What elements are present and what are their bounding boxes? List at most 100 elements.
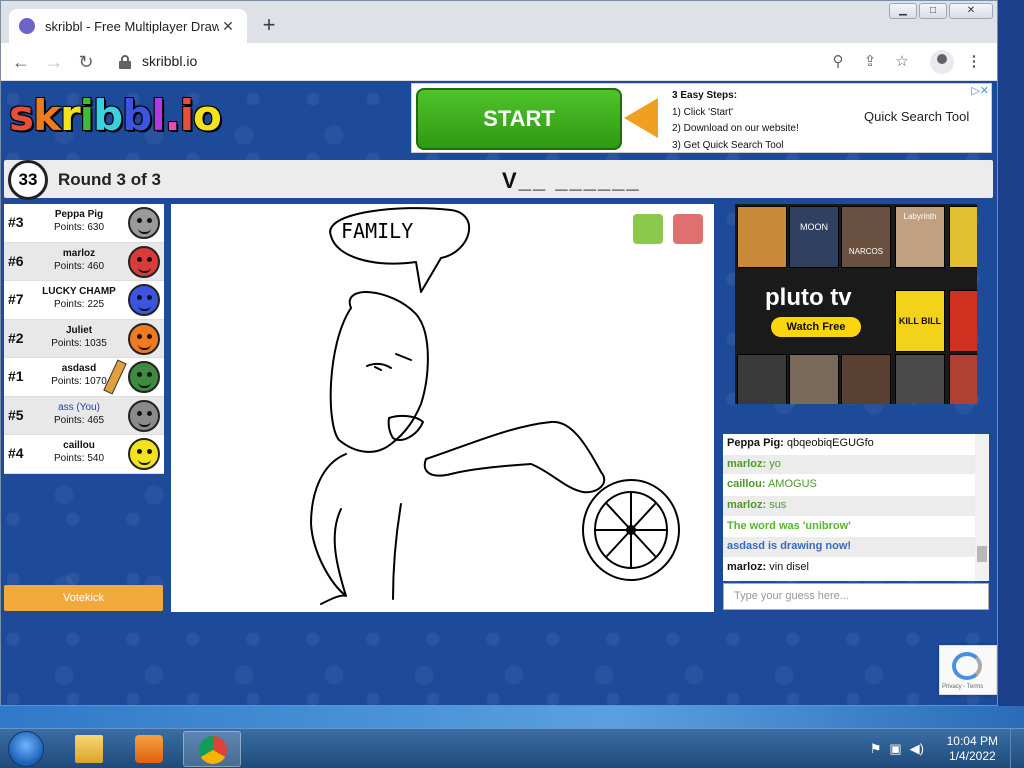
player-rank: #2: [8, 329, 24, 346]
ad-poster: [737, 354, 787, 404]
votekick-button[interactable]: Votekick: [4, 585, 163, 611]
player-rank: #5: [8, 406, 24, 423]
pluto-tv-logo: pluto tv: [765, 284, 852, 311]
back-icon[interactable]: ←: [10, 51, 32, 73]
side-advertisement[interactable]: MOON NARCOS Labyrinth pluto tv Watch Fre…: [735, 204, 977, 404]
player-rank: #4: [8, 445, 24, 461]
chat-message: caillou: AMOGUS: [723, 475, 989, 497]
address-bar[interactable]: skribbl.io: [142, 53, 197, 69]
share-icon[interactable]: ⇪: [859, 52, 881, 70]
action-center-icon[interactable]: ⚑: [870, 741, 882, 757]
ad-poster: [789, 354, 839, 404]
ad-close-icon[interactable]: ▷✕: [971, 84, 989, 97]
player-points: Points: 1035: [51, 337, 107, 349]
player-row[interactable]: #2 Juliet Points: 1035: [4, 319, 164, 358]
tab-title: skribbl - Free Multiplayer Drawin: [45, 18, 219, 34]
brow: [395, 353, 412, 361]
player-row[interactable]: #5 ass (You) Points: 465: [4, 396, 164, 435]
player-row[interactable]: #6 marloz Points: 460: [4, 242, 164, 281]
show-desktop-button[interactable]: [1010, 729, 1024, 768]
maximize-button[interactable]: □: [919, 3, 947, 19]
player-points: Points: 465: [53, 414, 105, 426]
player-rank: #6: [8, 252, 24, 269]
skribbl-logo: skribbl.io: [9, 91, 222, 140]
player-row[interactable]: #3 Peppa Pig Points: 630: [4, 204, 164, 243]
player-points: Points: 460: [53, 260, 105, 272]
top-advertisement[interactable]: START 3 Easy Steps: 1) Click 'Start' 2) …: [411, 83, 992, 153]
system-tray: ⚑ ▣ ◀): [870, 741, 924, 757]
taskbar-clock[interactable]: 10:04 PM 1/4/2022: [947, 734, 998, 764]
player-row[interactable]: #1 asdasd Points: 1070: [4, 358, 164, 397]
drawing-caption: FAMILY: [341, 219, 413, 243]
ad-start-button[interactable]: START: [416, 88, 622, 150]
chat-text: qbqeobiqEGUGfo: [786, 437, 874, 449]
network-icon[interactable]: ▣: [889, 741, 901, 757]
bookmark-star-icon[interactable]: ☆: [891, 52, 913, 70]
ad-poster-kill-bill: KILL BILL: [895, 290, 945, 352]
skribbl-page: skribbl.io START 3 Easy Steps: 1) Click …: [1, 81, 997, 705]
player-row[interactable]: #7 LUCKY CHAMP Points: 225: [4, 281, 164, 320]
chat-scroll-thumb[interactable]: [977, 546, 987, 562]
browser-window: skribbl - Free Multiplayer Drawin ✕ + ▁ …: [0, 0, 998, 706]
tab-bar: skribbl - Free Multiplayer Drawin ✕ + ▁ …: [1, 1, 997, 43]
ad-poster-narcos: NARCOS: [841, 206, 891, 268]
zoom-icon[interactable]: ⚲: [827, 52, 849, 70]
chat-text: The word was 'unibrow': [727, 519, 851, 532]
chat-text: yo: [769, 457, 781, 470]
chat-user: marloz:: [727, 561, 767, 574]
ad-poster: [841, 354, 891, 404]
player-name: ass (You): [58, 401, 100, 413]
drawing-svg: FAMILY: [310, 207, 680, 605]
menu-kebab-icon[interactable]: ⋮: [963, 52, 985, 70]
skribbl-favicon-icon: [19, 18, 35, 34]
chat-text: vin disel: [769, 561, 809, 574]
round-indicator: Round 3 of 3: [58, 170, 161, 189]
player-row[interactable]: #4 caillou Points: 540: [4, 435, 164, 474]
chat-scrollbar[interactable]: [975, 434, 989, 581]
thumbs-up-icon[interactable]: [633, 214, 663, 244]
tab-skribbl[interactable]: skribbl - Free Multiplayer Drawin ✕: [9, 9, 247, 43]
windows-start-icon[interactable]: [8, 731, 44, 767]
media-player-icon: [135, 735, 163, 763]
chat-log[interactable]: Peppa Pig: qbqeobiqEGUGfo marloz: yo caill…: [723, 434, 989, 581]
body-outline: [310, 453, 402, 605]
tab-close-icon[interactable]: ✕: [219, 18, 237, 35]
window-controls: ▁ □ ✕: [889, 3, 993, 19]
lock-icon: [119, 55, 131, 69]
forward-icon[interactable]: →: [43, 51, 65, 73]
close-window-button[interactable]: ✕: [949, 3, 993, 19]
chat-text: sus: [769, 499, 787, 512]
taskbar-time: 10:04 PM: [946, 734, 998, 748]
chat-text: asdasd is drawing now!: [727, 540, 852, 553]
taskbar-chrome[interactable]: [183, 731, 241, 767]
taskbar-explorer[interactable]: [60, 731, 118, 767]
ad-poster-labyrinth: Labyrinth: [895, 206, 945, 268]
watch-free-button[interactable]: Watch Free: [771, 317, 861, 337]
ad-poster: [737, 206, 787, 268]
minimize-button[interactable]: ▁: [889, 3, 917, 19]
guess-input[interactable]: Type your guess here...: [723, 583, 989, 610]
player-rank: #7: [8, 291, 24, 307]
taskbar-media-player[interactable]: [120, 731, 178, 767]
recaptcha-badge[interactable]: Privacy - Terms: [939, 645, 997, 695]
player-avatar: [128, 245, 160, 278]
player-avatar: [128, 438, 160, 470]
drawing-canvas[interactable]: FAMILY: [171, 204, 714, 612]
ad-steps: 3 Easy Steps: 1) Click 'Start' 2) Downlo…: [672, 88, 799, 154]
player-points: Points: 540: [53, 453, 105, 464]
player-points: Points: 630: [53, 222, 105, 233]
player-points: Points: 225: [53, 299, 105, 310]
ad-step-2: 2) Download on our website!: [672, 123, 799, 134]
chat-user: marloz:: [727, 457, 767, 470]
thumbs-down-icon[interactable]: [673, 214, 703, 244]
chat-message: asdasd is drawing now!: [723, 537, 989, 559]
player-name: caillou: [63, 440, 95, 451]
new-tab-button[interactable]: +: [257, 13, 281, 37]
volume-icon[interactable]: ◀): [910, 741, 924, 757]
ad-step-1: 1) Click 'Start': [672, 106, 734, 118]
reload-icon[interactable]: ↻: [75, 51, 97, 73]
chat-user: caillou:: [727, 478, 766, 491]
desktop-background: [0, 706, 1024, 728]
profile-avatar-icon[interactable]: [930, 50, 954, 74]
browser-toolbar: ← → ↻ skribbl.io ⚲ ⇪ ☆ ⋮: [1, 43, 997, 81]
